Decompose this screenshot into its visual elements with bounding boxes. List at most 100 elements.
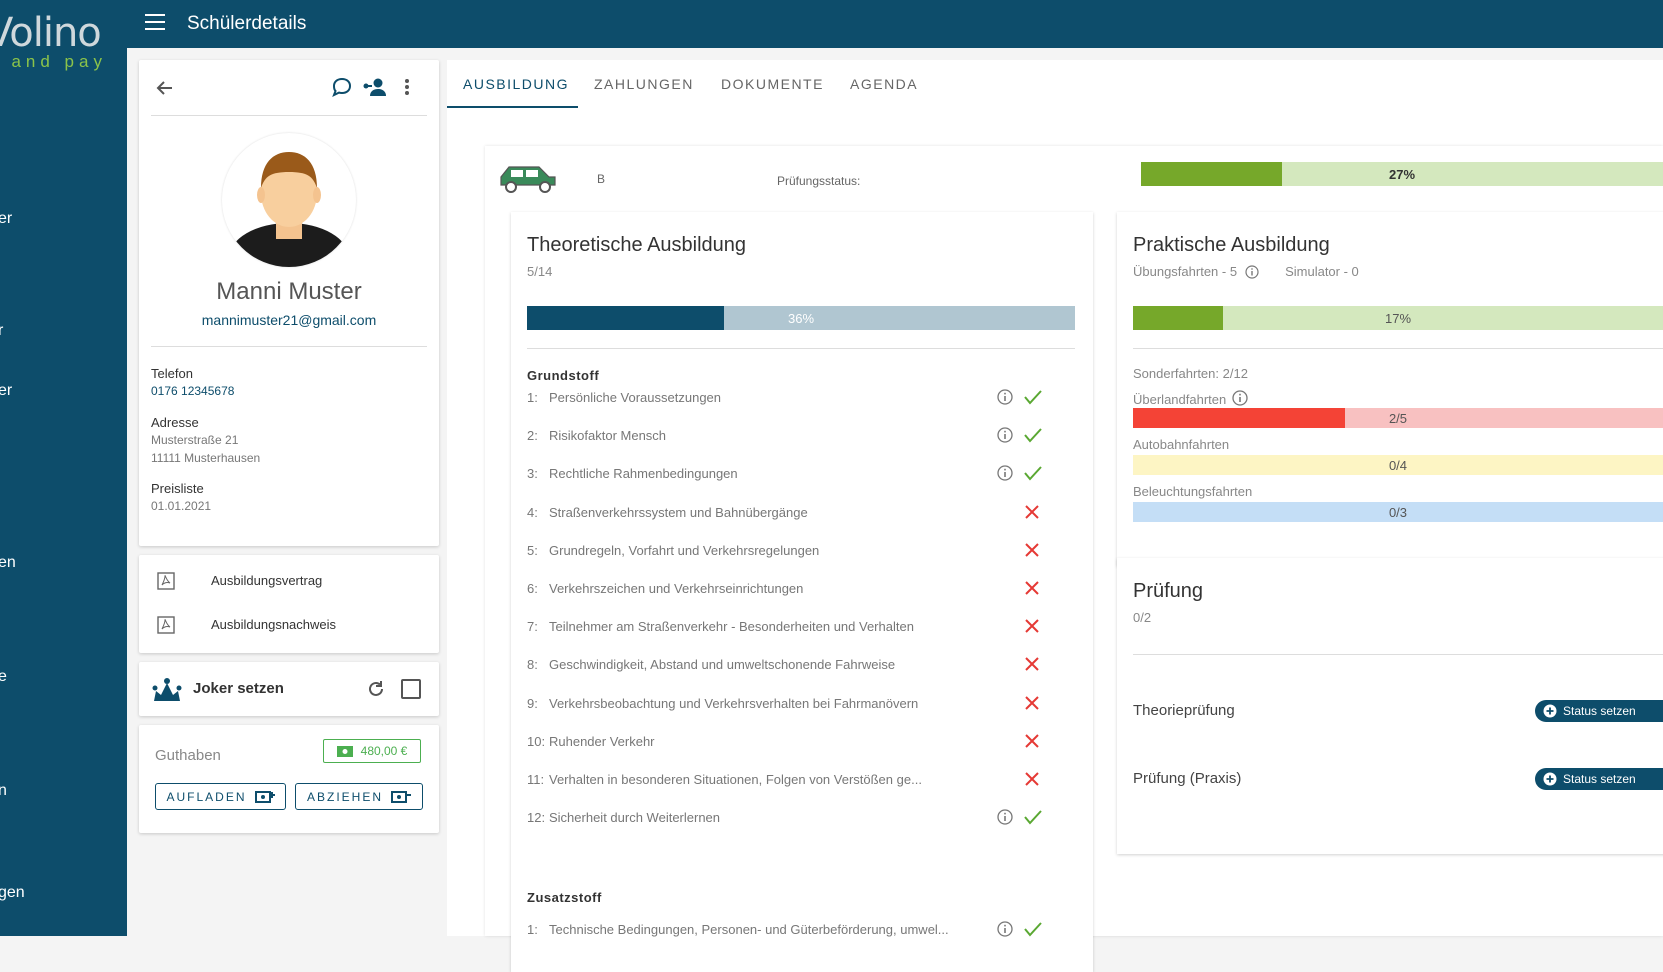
- topic-number: 11:: [527, 772, 545, 787]
- topic-text: Rechtliche Rahmenbedingungen: [549, 466, 738, 482]
- topic-number: 5:: [527, 542, 538, 558]
- document-item[interactable]: Ausbildungsnachweis: [139, 603, 439, 647]
- theory-topic-row[interactable]: 10: Ruhender Verkehr: [527, 730, 1077, 754]
- ride-progress-value: 0/3: [1388, 504, 1408, 520]
- cross-icon: [1025, 619, 1039, 633]
- address-line1: Musterstraße 21: [151, 433, 239, 447]
- info-icon[interactable]: [997, 389, 1013, 408]
- ride-progress-value: 2/5: [1388, 410, 1408, 426]
- document-label: Ausbildungsnachweis: [211, 617, 337, 632]
- pricelist-value: 01.01.2021: [151, 499, 212, 513]
- check-icon: [1024, 390, 1042, 405]
- topic-number: 1:: [527, 390, 538, 405]
- topic-text: Risikofaktor Mensch: [549, 428, 667, 444]
- money-icon: [336, 745, 353, 757]
- topic-text: Teilnehmer am Straßenverkehr - Besonderh…: [549, 619, 914, 635]
- check-icon: [1023, 426, 1043, 447]
- theory-topic-row[interactable]: 5: Grundregeln, Vorfahrt und Verkehrsrege…: [527, 539, 1077, 563]
- plus-circle-icon: [1543, 704, 1557, 718]
- info-icon[interactable]: [997, 809, 1013, 828]
- theory-topic-row[interactable]: 3: Rechtliche Rahmenbedingungen: [527, 462, 1077, 486]
- info-icon: [1232, 390, 1248, 406]
- tab-dokumente[interactable]: DOKUMENTE: [721, 76, 824, 92]
- topic-number: 6:: [527, 581, 538, 596]
- assign-user-icon[interactable]: [361, 74, 389, 100]
- topup-label: AUFLADEN: [166, 789, 247, 804]
- info-icon[interactable]: [997, 465, 1013, 484]
- theory-topic-row[interactable]: 7: Teilnehmer am Straßenverkehr - Besonde…: [527, 615, 1077, 639]
- tab-agenda[interactable]: AGENDA: [850, 76, 918, 92]
- info-icon[interactable]: [1232, 390, 1248, 409]
- phone-value[interactable]: 0176 12345678: [151, 384, 234, 398]
- theory-topic-row[interactable]: 9: Verkehrsbeobachtung und Verkehrsverhal…: [527, 692, 1077, 716]
- topic-text: Persönliche Voraussetzungen: [549, 390, 722, 405]
- cross-icon: [1023, 579, 1041, 600]
- joker-checkbox[interactable]: [401, 679, 421, 699]
- theory-topic-row[interactable]: 11: Verhalten in besonderen Situationen, …: [527, 768, 1077, 792]
- theory-topic-row[interactable]: 1: Persönliche Voraussetzungen: [527, 386, 1077, 410]
- sidebar-item[interactable]: gen: [0, 884, 25, 902]
- theory-topic-row[interactable]: 4: Straßenverkehrssystem und Bahnübergäng…: [527, 501, 1077, 525]
- set-status-button[interactable]: Status setzen: [1535, 768, 1663, 790]
- exam-card: Prüfung 0/2 Theorieprüfung Status setzen P…: [1117, 558, 1663, 854]
- theory-topic-row[interactable]: 6: Verkehrszeichen und Verkehrseinrichtun…: [527, 577, 1077, 601]
- document-label: Ausbildungsvertrag: [211, 573, 323, 588]
- document-item[interactable]: Ausbildungsvertrag: [139, 559, 439, 603]
- info-icon[interactable]: [997, 427, 1013, 446]
- cross-icon: [1023, 541, 1041, 562]
- cross-icon: [1023, 732, 1041, 753]
- chat-icon[interactable]: [329, 74, 355, 100]
- ride-progress-bar: 0/3: [1133, 502, 1663, 522]
- refresh-icon[interactable]: [365, 678, 387, 700]
- back-arrow-icon[interactable]: [153, 76, 177, 100]
- withdraw-label: ABZIEHEN: [306, 789, 383, 804]
- topup-button[interactable]: AUFLADEN: [155, 783, 286, 810]
- topic-text: Geschwindigkeit, Abstand und umweltschon…: [549, 657, 896, 673]
- cross-icon: [1025, 657, 1039, 672]
- sidebar-item[interactable]: en: [0, 554, 16, 572]
- practical-title: Praktische Ausbildung: [1133, 234, 1330, 256]
- practical-card: Praktische Ausbildung Übungsfahrten - 5 …: [1117, 212, 1663, 566]
- info-icon: [997, 465, 1013, 482]
- check-icon: [1024, 466, 1042, 481]
- plus-circle-icon: [1543, 772, 1557, 786]
- logo: Volino: [0, 10, 102, 56]
- tab-zahlungen[interactable]: ZAHLUNGEN: [594, 76, 694, 92]
- pdf-icon: [157, 616, 175, 634]
- sidebar-item[interactable]: er: [0, 210, 12, 228]
- ride-label: Beleuchtungsfahrten: [1133, 484, 1252, 499]
- theory-progress-value: 36%: [787, 310, 815, 326]
- tab-indicator: [447, 106, 578, 108]
- theory-topic-row[interactable]: 1: Technische Bedingungen, Personen- und …: [527, 918, 1077, 942]
- theory-topic-row[interactable]: 12: Sicherheit durch Weiterlernen: [527, 806, 1077, 830]
- topic-text: Grundregeln, Vorfahrt und Verkehrsregelu…: [549, 542, 820, 558]
- info-icon: [997, 921, 1013, 937]
- withdraw-button[interactable]: ABZIEHEN: [295, 783, 423, 810]
- more-vert-icon[interactable]: [399, 74, 415, 100]
- menu-icon[interactable]: [145, 14, 167, 32]
- tab-ausbildung[interactable]: AUSBILDUNG: [463, 76, 569, 92]
- address-label: Adresse: [151, 415, 199, 430]
- ride-progress-value: 0/4: [1388, 457, 1408, 473]
- ride-progress-bar: 2/5: [1133, 408, 1663, 428]
- topic-text: Verkehrsbeobachtung und Verkehrsverhalte…: [549, 695, 919, 711]
- logo-subtitle: : and pay: [0, 52, 107, 71]
- ride-label-text: Überlandfahrten: [1133, 392, 1227, 407]
- ride-label: Autobahnfahrten: [1133, 437, 1229, 452]
- set-status-button[interactable]: Status setzen: [1535, 700, 1663, 722]
- theory-topic-row[interactable]: 8: Geschwindigkeit, Abstand und umweltsch…: [527, 653, 1077, 677]
- profile-email[interactable]: mannimuster21@gmail.com: [139, 312, 439, 328]
- info-icon[interactable]: [997, 921, 1013, 940]
- address-line2: 11111 Musterhausen: [151, 451, 261, 465]
- sidebar-item[interactable]: r: [0, 322, 3, 340]
- check-icon: [1023, 464, 1043, 485]
- extra-section-label: Zusatzstoff: [527, 890, 602, 905]
- cross-icon: [1023, 694, 1041, 715]
- sidebar-item[interactable]: n: [0, 782, 7, 800]
- sidebar-item[interactable]: er: [0, 382, 12, 400]
- cross-icon: [1023, 655, 1041, 676]
- practice-rides-count: Übungsfahrten - 5: [1133, 264, 1238, 279]
- theory-topic-row[interactable]: 2: Risikofaktor Mensch: [527, 424, 1077, 448]
- practical-progress-bar: 17%: [1133, 306, 1663, 330]
- sidebar-item[interactable]: e: [0, 668, 7, 686]
